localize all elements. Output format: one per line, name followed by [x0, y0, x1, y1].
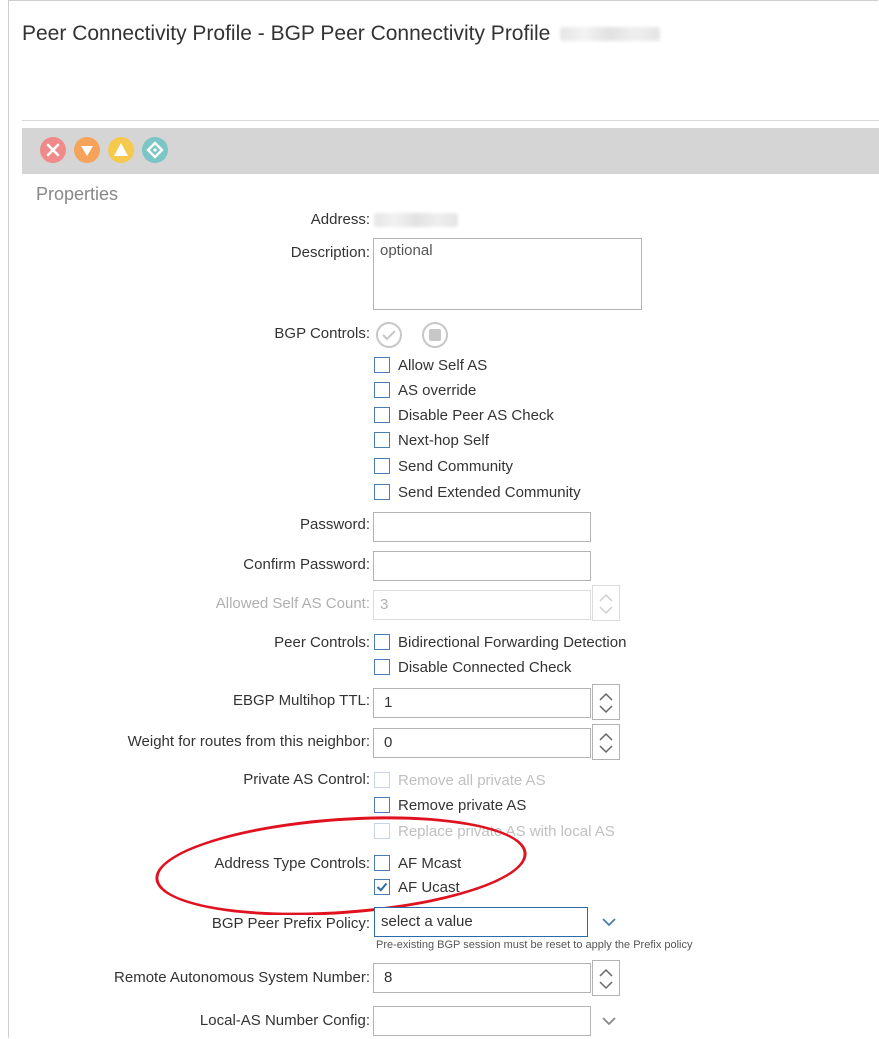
next-hop-self-label: Next-hop Self: [398, 432, 489, 449]
remote-as-number-stepper[interactable]: [592, 960, 620, 996]
allow-self-as-checkbox[interactable]: [374, 357, 390, 373]
ebgp-multihop-ttl-stepper[interactable]: [592, 684, 620, 720]
address-value: [374, 213, 458, 227]
stepper-arrows-icon: [599, 732, 613, 754]
properties-heading: Properties: [36, 184, 119, 204]
private-as-control-label: Private AS Control:: [243, 771, 370, 788]
ebgp-multihop-ttl-label: EBGP Multihop TTL:: [232, 692, 370, 709]
allowed-self-as-count-label: Allowed Self AS Count:: [215, 595, 370, 612]
disable-connected-check-label: Disable Connected Check: [398, 659, 572, 676]
send-extended-community-checkbox[interactable]: [374, 484, 390, 500]
local-as-number-config-select[interactable]: [373, 1006, 591, 1036]
remove-private-as-label: Remove private AS: [398, 797, 527, 814]
password-label: Password:: [299, 516, 370, 533]
send-extended-community-label: Send Extended Community: [398, 484, 581, 501]
address-label: Address:: [310, 211, 370, 228]
chevron-down-icon[interactable]: [596, 1008, 622, 1034]
stepper-arrows-icon: [599, 593, 613, 615]
fault-toolbar: [22, 128, 879, 174]
send-community-checkbox[interactable]: [374, 458, 390, 474]
bgp-controls-label: BGP Controls:: [274, 325, 370, 342]
description-input[interactable]: optional: [373, 238, 642, 310]
weight-stepper[interactable]: [592, 724, 620, 760]
header-divider: [22, 120, 879, 121]
critical-fault-icon[interactable]: [40, 137, 66, 163]
select-all-icon[interactable]: [374, 320, 404, 355]
remove-private-as-checkbox[interactable]: [374, 797, 390, 813]
peer-controls-label: Peer Controls:: [274, 634, 370, 651]
stepper-arrows-icon: [599, 692, 613, 714]
confirm-password-input[interactable]: [373, 551, 591, 581]
bgp-peer-prefix-policy-select[interactable]: select a value: [374, 907, 588, 937]
remove-all-private-as-checkbox: [374, 772, 390, 788]
clear-all-icon[interactable]: [420, 320, 450, 355]
chevron-down-icon[interactable]: [596, 909, 622, 935]
warning-fault-icon[interactable]: [142, 137, 168, 163]
redacted-address: [560, 27, 661, 42]
allowed-self-as-count-stepper: [592, 585, 620, 621]
as-override-label: AS override: [398, 382, 477, 399]
prefix-policy-hint: Pre-existing BGP session must be reset t…: [376, 939, 693, 951]
bgp-peer-prefix-policy-label: BGP Peer Prefix Policy:: [207, 915, 370, 932]
remote-as-number-label: Remote Autonomous System Number:: [114, 969, 370, 986]
password-input[interactable]: [373, 512, 591, 542]
weight-input[interactable]: 0: [373, 728, 591, 758]
description-label: Description:: [290, 244, 370, 261]
disable-peer-as-check-checkbox[interactable]: [374, 407, 390, 423]
send-community-label: Send Community: [398, 458, 514, 475]
local-as-number-config-label: Local-AS Number Config:: [199, 1012, 370, 1029]
bfd-checkbox[interactable]: [374, 634, 390, 650]
confirm-password-label: Confirm Password:: [243, 556, 370, 573]
allow-self-as-label: Allow Self AS: [398, 357, 488, 374]
as-override-checkbox[interactable]: [374, 382, 390, 398]
bfd-label: Bidirectional Forwarding Detection: [398, 634, 627, 651]
major-fault-icon[interactable]: [74, 137, 100, 163]
allowed-self-as-count-input: 3: [373, 590, 591, 620]
minor-fault-icon[interactable]: [108, 137, 134, 163]
stepper-arrows-icon: [599, 968, 613, 990]
weight-label: Weight for routes from this neighbor:: [127, 733, 370, 750]
remove-all-private-as-label: Remove all private AS: [398, 772, 546, 789]
dialog-title: Peer Connectivity Profile - BGP Peer Con…: [22, 22, 661, 46]
next-hop-self-checkbox[interactable]: [374, 432, 390, 448]
disable-connected-check-checkbox[interactable]: [374, 659, 390, 675]
disable-peer-as-check-label: Disable Peer AS Check: [398, 407, 554, 424]
remote-as-number-input[interactable]: 8: [373, 963, 591, 993]
ebgp-multihop-ttl-input[interactable]: 1: [373, 688, 591, 718]
